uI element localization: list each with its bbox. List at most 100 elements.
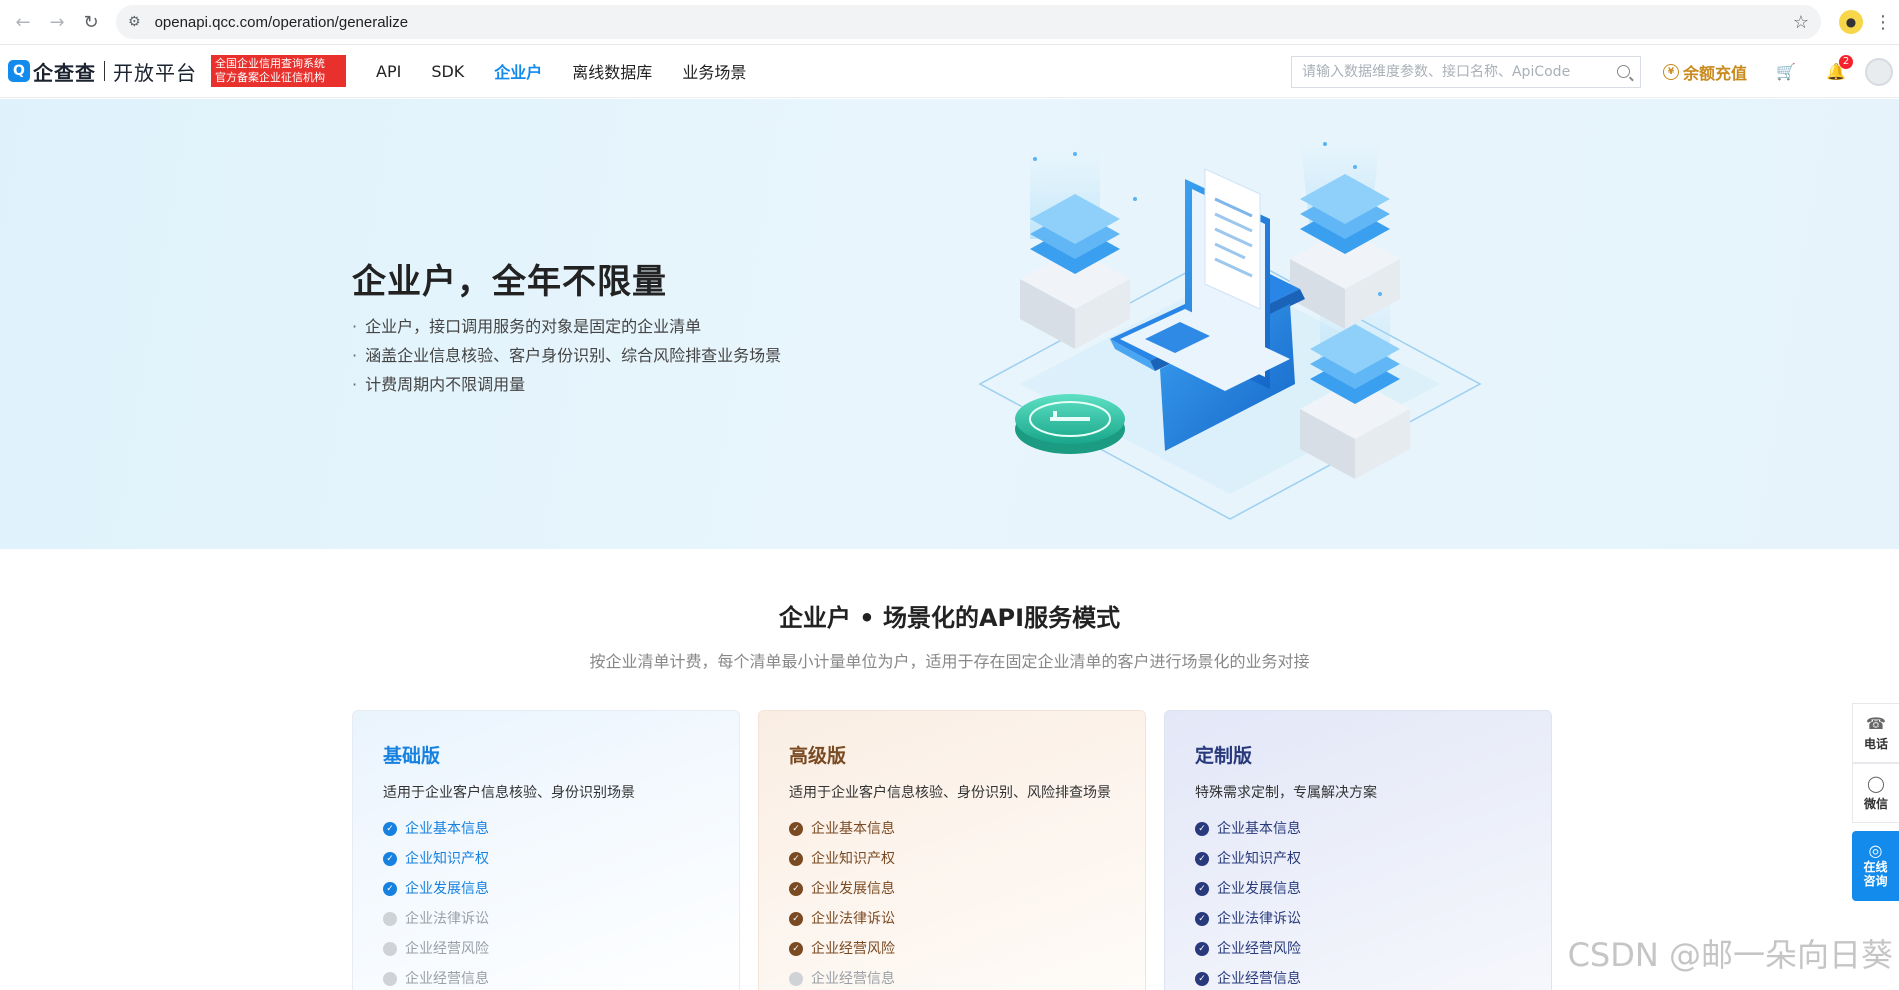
plan-title: 高级版 [789, 745, 847, 767]
wechat-button[interactable]: ◯ 微信 [1852, 763, 1899, 823]
check-icon [383, 942, 397, 956]
search-input[interactable] [1301, 63, 1617, 80]
feature-label: 企业知识产权 [811, 851, 895, 867]
nav-offline-db[interactable]: 离线数据库 [572, 45, 652, 98]
search-icon[interactable] [1616, 65, 1630, 78]
nav-api[interactable]: API [376, 45, 401, 98]
feature-label: 企业发展信息 [1217, 881, 1301, 897]
section-subtitle: 按企业清单计费，每个清单最小计量单位为户，适用于存在固定企业清单的客户进行场景化… [589, 652, 1310, 671]
feature-label: 企业经营信息 [1217, 971, 1301, 987]
feature-label: 企业经营风险 [1217, 941, 1301, 957]
back-icon[interactable]: ← [6, 5, 40, 39]
feature-item: ✓ 企业知识产权 [383, 844, 709, 874]
phone-button[interactable]: ☎ 电话 [1852, 703, 1899, 763]
feature-label: 企业法律诉讼 [811, 911, 895, 927]
cart-icon[interactable]: 🛒 [1775, 61, 1797, 83]
plan-desc: 适用于企业客户信息核验、身份识别场景 [383, 785, 635, 801]
check-icon: ✓ [1195, 972, 1209, 986]
feature-item: ✓ 企业法律诉讼 [1195, 904, 1521, 934]
feature-label: 企业知识产权 [405, 851, 489, 867]
url-text[interactable]: openapi.qcc.com/operation/generalize [155, 14, 1793, 31]
check-icon: ✓ [383, 882, 397, 896]
nav-enterprise[interactable]: 企业户 [494, 45, 542, 98]
hero-illustration [978, 139, 1482, 520]
feature-label: 企业法律诉讼 [1217, 911, 1301, 927]
feature-label: 企业法律诉讼 [405, 911, 489, 927]
hero-bullet: 企业户，接口调用服务的对象是固定的企业清单 [352, 312, 781, 341]
nav-sdk[interactable]: SDK [431, 45, 464, 98]
extension-icon[interactable]: ● [1839, 10, 1863, 34]
feature-label: 企业经营信息 [405, 971, 489, 987]
check-icon: ✓ [1195, 852, 1209, 866]
hero-bullets: 企业户，接口调用服务的对象是固定的企业清单 涵盖企业信息核验、客户身份识别、综合… [352, 312, 781, 399]
nav-business-scenarios[interactable]: 业务场景 [682, 45, 746, 98]
check-icon [383, 912, 397, 926]
plan-card-custom[interactable]: 定制版 特殊需求定制，专属解决方案 ✓ 企业基本信息 ✓ 企业知识产权 ✓ 企业发展信… [1164, 710, 1552, 990]
header-actions: ¥ 余额充值 🛒 🔔 2 [1290, 45, 1899, 98]
check-icon: ✓ [789, 942, 803, 956]
avatar[interactable] [1865, 57, 1893, 86]
check-icon: ✓ [1195, 882, 1209, 896]
feature-label: 企业基本信息 [405, 821, 489, 837]
wechat-label: 微信 [1863, 797, 1888, 811]
feature-label: 企业基本信息 [811, 821, 895, 837]
check-icon: ✓ [1195, 822, 1209, 836]
section-title: 企业户 • 场景化的API服务模式 [778, 604, 1121, 632]
check-icon: ✓ [1195, 912, 1209, 926]
bell-icon[interactable]: 🔔 2 [1825, 54, 1853, 83]
check-icon: ✓ [789, 822, 803, 836]
logo-text: 企查查 [33, 60, 96, 85]
reload-icon[interactable]: ↻ [74, 5, 108, 39]
feature-item: ✓ 企业经营风险 [789, 934, 1115, 964]
feature-item: 企业经营风险 [383, 934, 709, 964]
forward-icon[interactable]: → [40, 5, 74, 39]
phone-label: 电话 [1863, 737, 1888, 751]
feature-item: 企业经营信息 [383, 964, 709, 990]
feature-label: 企业知识产权 [1217, 851, 1301, 867]
feature-item: ✓ 企业基本信息 [789, 814, 1115, 844]
feature-label: 企业经营信息 [811, 971, 895, 987]
watermark: CSDN @邮一朵向日葵 [1567, 936, 1893, 974]
wechat-icon: ◯ [1867, 774, 1885, 793]
consult-label-2: 咨询 [1863, 874, 1888, 888]
badge-line-2: 官方备案企业征信机构 [215, 71, 325, 84]
plan-title: 基础版 [383, 745, 441, 767]
floating-contact-bar: ☎ 电话 ◯ 微信 ◎ 在线 咨询 [1852, 703, 1899, 901]
notification-badge: 2 [1839, 54, 1853, 69]
main-nav: API SDK 企业户 离线数据库 业务场景 [376, 45, 776, 98]
feature-item: ✓ 企业发展信息 [383, 874, 709, 904]
feature-label: 企业基本信息 [1217, 821, 1301, 837]
site-header: Q 企查查 开放平台 全国企业信用查询系统 官方备案企业征信机构 API SDK… [0, 45, 1899, 98]
plan-desc: 特殊需求定制，专属解决方案 [1195, 785, 1377, 801]
feature-item: ✓ 企业法律诉讼 [789, 904, 1115, 934]
feature-label: 企业经营风险 [811, 941, 895, 957]
logo-subtitle: 开放平台 [113, 60, 197, 85]
check-icon: ✓ [383, 852, 397, 866]
hero-bullet: 计费周期内不限调用量 [352, 370, 781, 399]
feature-item: 企业经营信息 [789, 964, 1115, 990]
badge-line-1: 全国企业信用查询系统 [215, 57, 325, 70]
check-icon: ✓ [789, 912, 803, 926]
feature-item: ✓ 企业发展信息 [789, 874, 1115, 904]
certification-badge: 全国企业信用查询系统 官方备案企业征信机构 [211, 55, 346, 87]
search-box [1290, 55, 1641, 88]
address-bar[interactable]: ⚙ openapi.qcc.com/operation/generalize ☆ [116, 5, 1821, 39]
bookmark-star-icon[interactable]: ☆ [1793, 12, 1809, 33]
logo-divider [104, 61, 105, 81]
site-logo[interactable]: Q 企查查 开放平台 [8, 57, 197, 86]
online-consult-button[interactable]: ◎ 在线 咨询 [1852, 831, 1899, 901]
hero-title: 企业户，全年不限量 [352, 262, 667, 302]
recharge-button[interactable]: ¥ 余额充值 [1662, 60, 1747, 84]
check-icon: ✓ [789, 852, 803, 866]
check-icon: ✓ [1195, 942, 1209, 956]
check-icon [789, 972, 803, 986]
feature-item: ✓ 企业经营风险 [1195, 934, 1521, 964]
site-settings-icon[interactable]: ⚙ [128, 14, 141, 30]
plan-card-basic[interactable]: 基础版 适用于企业客户信息核验、身份识别场景 ✓ 企业基本信息 ✓ 企业知识产权 ✓… [352, 710, 740, 990]
feature-label: 企业发展信息 [811, 881, 895, 897]
plan-title: 定制版 [1195, 745, 1253, 767]
browser-menu-icon[interactable]: ⋮ [1873, 12, 1893, 33]
plan-card-advanced[interactable]: 高级版 适用于企业客户信息核验、身份识别、风险排查场景 ✓ 企业基本信息 ✓ 企业知… [758, 710, 1146, 990]
check-icon [383, 972, 397, 986]
feature-item: ✓ 企业基本信息 [1195, 814, 1521, 844]
